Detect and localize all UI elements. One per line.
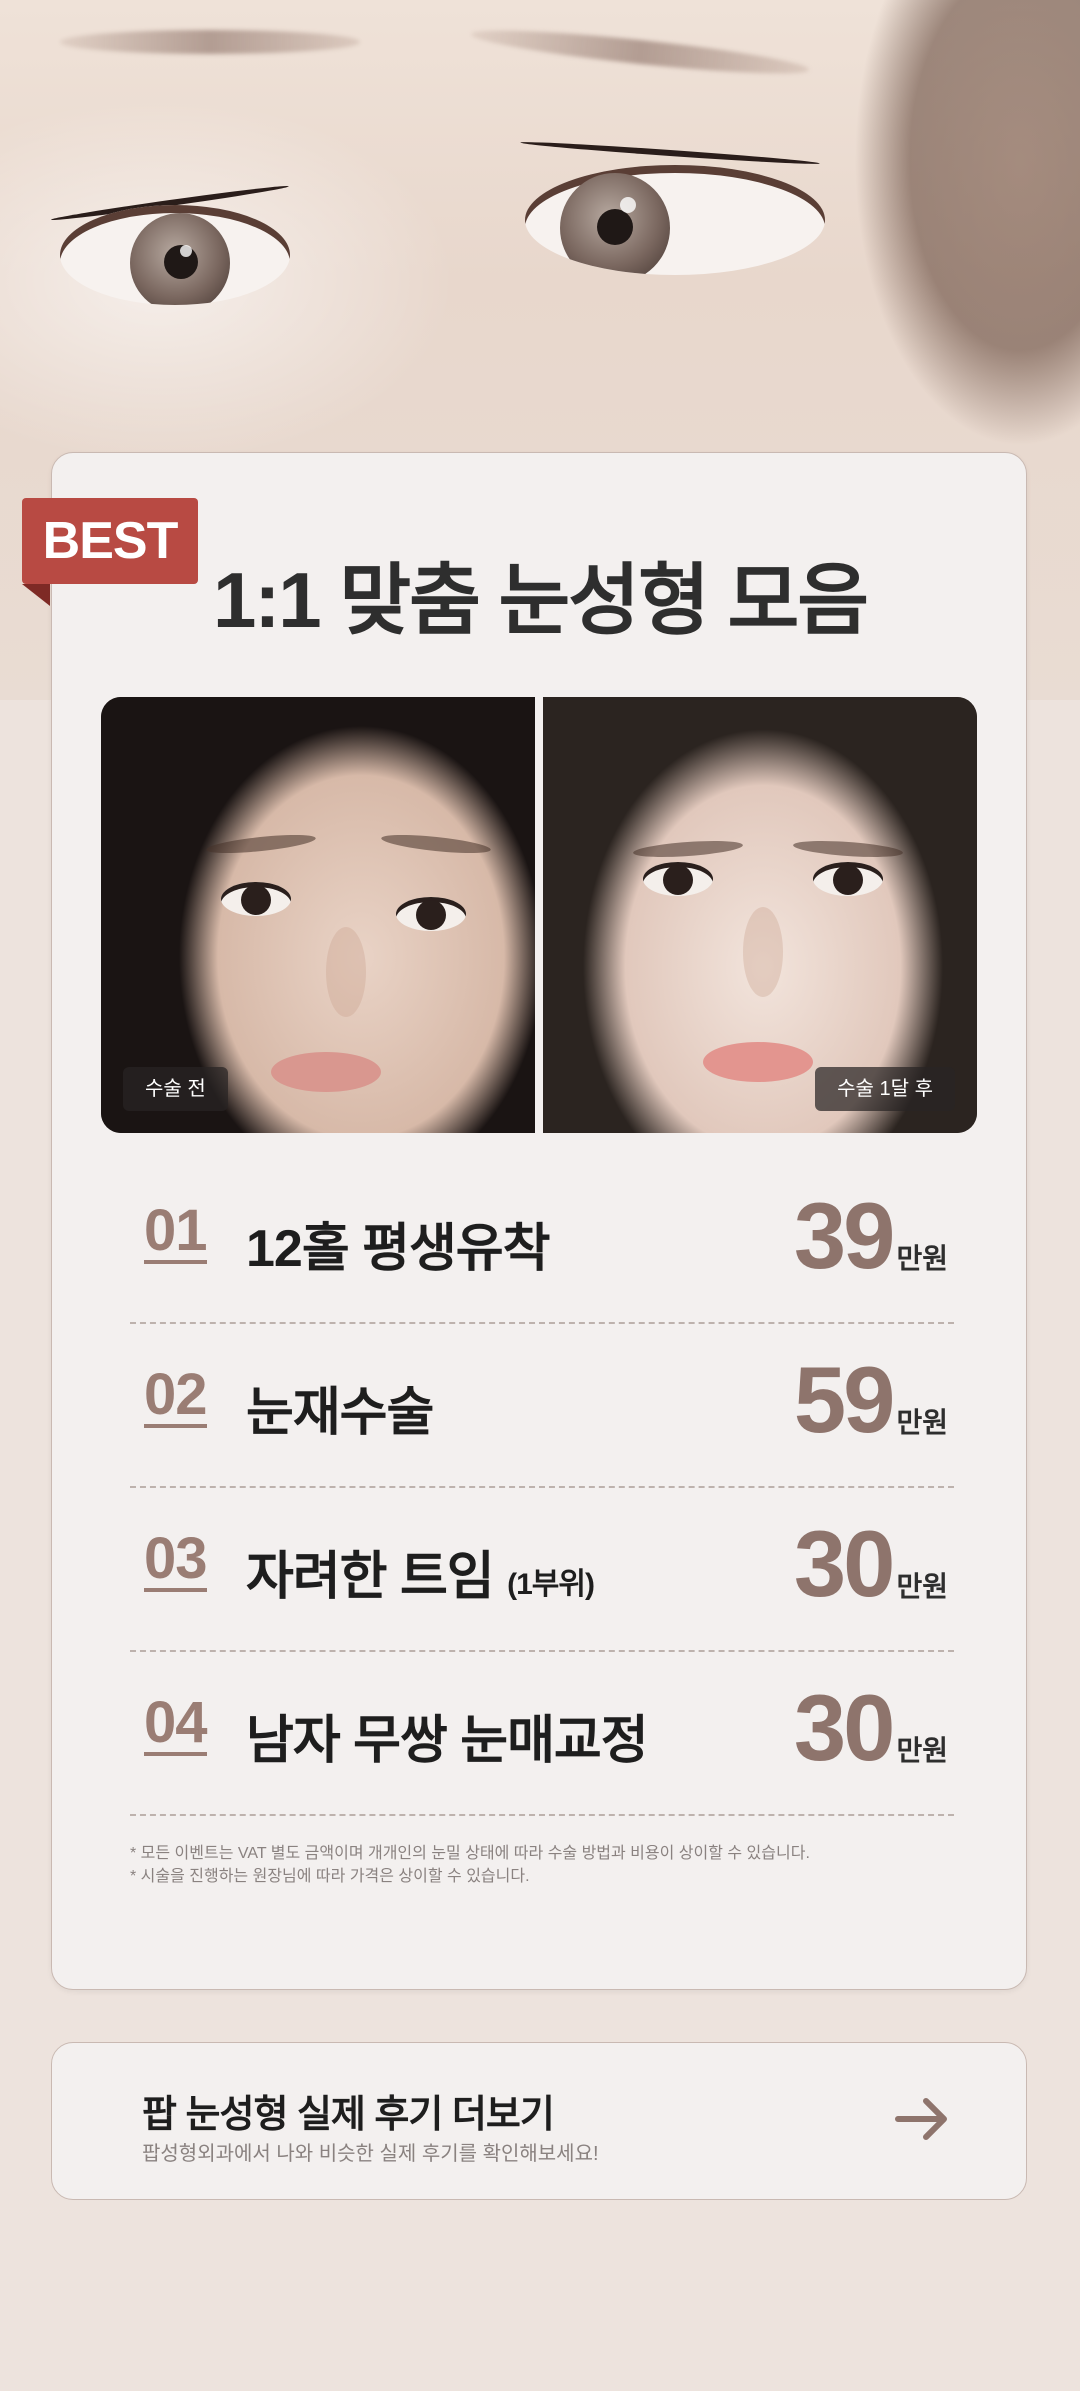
- price-unit: 만원: [896, 1407, 948, 1438]
- before-label: 수술 전: [123, 1067, 228, 1111]
- menu-item[interactable]: 01 12홀 평생유착 39 만원: [130, 1160, 954, 1324]
- arrow-right-icon[interactable]: [892, 2089, 952, 2149]
- right-eye: [525, 165, 825, 275]
- menu-name: 자려한 트임 (1부위): [246, 1548, 595, 1606]
- note-line: * 시술을 진행하는 원장님에 따라 가격은 상이할 수 있습니다.: [130, 1868, 530, 1885]
- menu-name: 눈재수술: [246, 1384, 434, 1442]
- price-unit: 만원: [896, 1243, 948, 1274]
- price-unit: 만원: [896, 1571, 948, 1602]
- card-title: 1:1 맞춤 눈성형 모음: [212, 556, 869, 644]
- menu-item[interactable]: 03 자려한 트임 (1부위) 30 만원: [130, 1488, 954, 1652]
- menu-number: 03: [144, 1526, 208, 1592]
- menu-price: 59 만원: [794, 1346, 948, 1454]
- menu-number: 02: [144, 1362, 208, 1428]
- after-label: 수술 1달 후: [815, 1067, 955, 1111]
- before-after-photos: 수술 전 수술 1달 후: [101, 697, 977, 1133]
- price-value: 30: [793, 1511, 896, 1616]
- disclaimer-notes: * 모든 이벤트는 VAT 별도 금액이며 개개인의 눈밀 상태에 따라 수술 …: [130, 1842, 960, 1888]
- price-menu-list: 01 12홀 평생유착 39 만원 02 눈재수술 59 만원 03 자려한 트…: [130, 1160, 954, 1816]
- price-unit: 만원: [896, 1735, 948, 1766]
- after-photo: 수술 1달 후: [543, 697, 977, 1133]
- menu-number: 01: [144, 1198, 208, 1264]
- note-line: * 모든 이벤트는 VAT 별도 금액이며 개개인의 눈밀 상태에 따라 수술 …: [130, 1845, 810, 1862]
- left-eye: [60, 205, 290, 305]
- left-brow: [60, 30, 360, 54]
- menu-name: 12홀 평생유착: [246, 1220, 550, 1278]
- menu-price: 30 만원: [794, 1674, 948, 1782]
- before-photo: 수술 전: [101, 697, 535, 1133]
- menu-sub: (1부위): [507, 1568, 595, 1601]
- review-link-card[interactable]: 팝 눈성형 실제 후기 더보기 팝성형외과에서 나와 비슷한 실제 후기를 확인…: [51, 2042, 1027, 2200]
- price-value: 30: [793, 1675, 896, 1780]
- price-value: 39: [793, 1183, 896, 1288]
- menu-price: 39 만원: [794, 1182, 948, 1290]
- menu-item[interactable]: 04 남자 무쌍 눈매교정 30 만원: [130, 1652, 954, 1816]
- price-value: 59: [793, 1347, 896, 1452]
- review-title: 팝 눈성형 실제 후기 더보기: [142, 2094, 555, 2136]
- review-subtitle: 팝성형외과에서 나와 비슷한 실제 후기를 확인해보세요!: [142, 2143, 599, 2165]
- menu-name: 남자 무쌍 눈매교정: [246, 1712, 649, 1770]
- menu-number: 04: [144, 1690, 208, 1756]
- menu-price: 30 만원: [794, 1510, 948, 1618]
- menu-item[interactable]: 02 눈재수술 59 만원: [130, 1324, 954, 1488]
